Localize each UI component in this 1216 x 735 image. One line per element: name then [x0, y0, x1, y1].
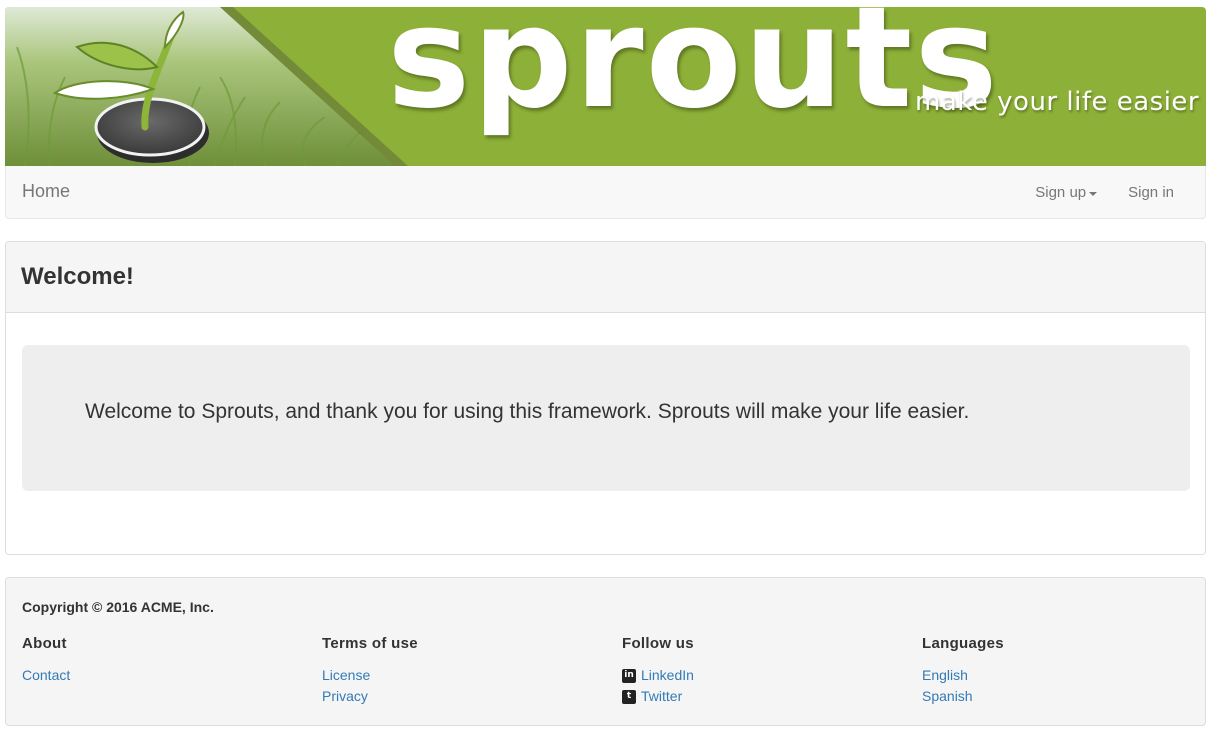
welcome-panel: Welcome! Welcome to Sprouts, and thank y… [5, 241, 1206, 555]
footer-heading-follow: Follow us [622, 635, 694, 652]
footer-link-linkedin[interactable]: in LinkedIn [622, 665, 912, 686]
footer-heading-terms: Terms of use [322, 635, 418, 652]
nav-right-group: Sign up Sign in [1035, 184, 1174, 201]
footer-column-follow: Follow us in LinkedIn t Twitter [622, 635, 912, 707]
footer-link-contact[interactable]: Contact [22, 665, 312, 686]
page: sprouts make your life easier Home Sign … [0, 0, 1216, 735]
twitter-icon: t [622, 689, 636, 704]
linkedin-label: LinkedIn [641, 667, 694, 683]
signup-label: Sign up [1035, 184, 1087, 201]
brand-tagline: make your life easier [915, 87, 1200, 117]
footer-heading-languages: Languages [922, 635, 1004, 652]
footer: Copyright © 2016 ACME, Inc. About Contac… [5, 577, 1206, 726]
welcome-jumbotron: Welcome to Sprouts, and thank you for us… [22, 345, 1190, 491]
welcome-message: Welcome to Sprouts, and thank you for us… [85, 400, 970, 423]
footer-link-twitter[interactable]: t Twitter [622, 686, 912, 707]
footer-column-about: About Contact [22, 635, 312, 686]
footer-heading-about: About [22, 635, 67, 652]
panel-heading: Welcome! [6, 242, 1205, 313]
header-banner: sprouts make your life easier [5, 7, 1206, 166]
top-navbar: Home Sign up Sign in [5, 166, 1206, 219]
page-title: Welcome! [21, 263, 134, 290]
nav-home-link[interactable]: Home [22, 181, 70, 202]
linkedin-icon: in [622, 668, 636, 683]
copyright-text: Copyright © 2016 ACME, Inc. [22, 599, 214, 615]
footer-link-spanish[interactable]: Spanish [922, 686, 1212, 707]
footer-link-privacy[interactable]: Privacy [322, 686, 612, 707]
twitter-label: Twitter [641, 688, 683, 704]
footer-link-license[interactable]: License [322, 665, 612, 686]
footer-link-english[interactable]: English [922, 665, 1212, 686]
footer-column-terms: Terms of use License Privacy [322, 635, 612, 707]
signup-dropdown[interactable]: Sign up [1035, 184, 1098, 201]
signin-link[interactable]: Sign in [1128, 184, 1174, 201]
caret-down-icon [1089, 191, 1098, 196]
footer-column-languages: Languages English Spanish [922, 635, 1212, 707]
brand-logo-wordmark: sprouts [387, 7, 1000, 140]
